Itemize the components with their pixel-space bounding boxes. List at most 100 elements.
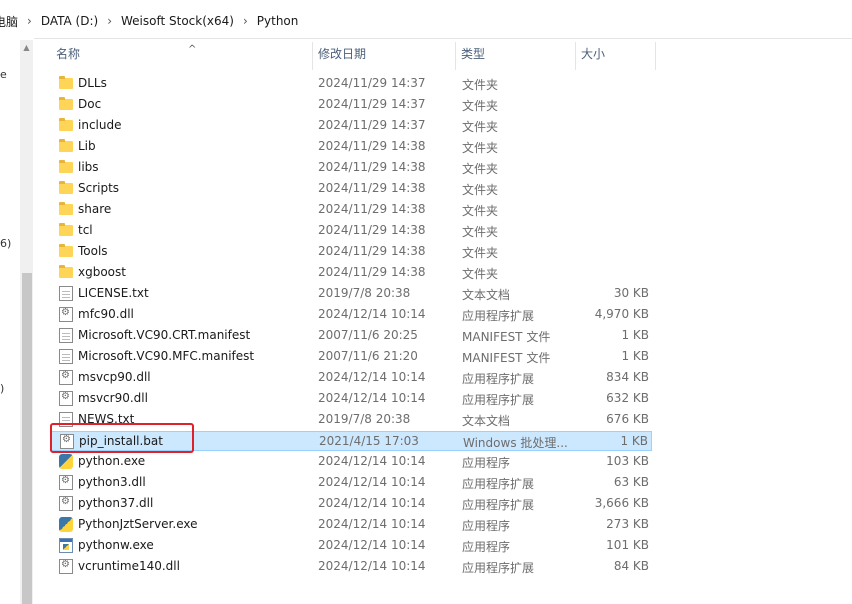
file-row[interactable]: Tools 2024/11/29 14:38 文件夹 bbox=[50, 242, 652, 262]
file-type: 应用程序扩展 bbox=[462, 477, 535, 491]
file-name: share bbox=[78, 202, 112, 216]
folder-icon bbox=[59, 181, 73, 194]
file-row[interactable]: PythonJztServer.exe 2024/12/14 10:14 应用程序 2… bbox=[50, 515, 652, 535]
file-modified-date: 2024/12/14 10:14 bbox=[318, 391, 426, 405]
column-header-name[interactable]: 名称 ^ bbox=[50, 40, 312, 70]
file-name: Doc bbox=[78, 97, 102, 111]
nav-scrollbar-thumb[interactable] bbox=[22, 273, 32, 604]
column-header-size-label: 大小 bbox=[581, 47, 606, 61]
file-name: libs bbox=[78, 160, 99, 174]
file-name: Microsoft.VC90.MFC.manifest bbox=[78, 349, 255, 363]
file-row[interactable]: mfc90.dll 2024/12/14 10:14 应用程序扩展 4,970 KB bbox=[50, 305, 652, 325]
file-row[interactable]: Scripts 2024/11/29 14:38 文件夹 bbox=[50, 179, 652, 199]
file-name: Tools bbox=[78, 244, 108, 258]
folder-icon bbox=[59, 265, 73, 278]
file-name: LICENSE.txt bbox=[78, 286, 149, 300]
file-row[interactable]: xgboost 2024/11/29 14:38 文件夹 bbox=[50, 263, 652, 283]
chevron-right-icon[interactable]: › bbox=[27, 14, 32, 28]
file-row[interactable]: python37.dll 2024/12/14 10:14 应用程序扩展 3,666 … bbox=[50, 494, 652, 514]
file-row[interactable]: msvcr90.dll 2024/12/14 10:14 应用程序扩展 632 KB bbox=[50, 389, 652, 409]
chevron-right-icon[interactable]: › bbox=[107, 14, 112, 28]
file-name: xgboost bbox=[78, 265, 126, 279]
file-type: 文件夹 bbox=[462, 78, 499, 92]
file-name: tcl bbox=[78, 223, 93, 237]
file-type: 应用程序扩展 bbox=[462, 498, 535, 512]
chevron-right-icon[interactable]: › bbox=[243, 14, 248, 28]
column-header-date-label: 修改日期 bbox=[318, 47, 367, 61]
column-header-size[interactable]: 大小 bbox=[575, 40, 655, 70]
file-modified-date: 2019/7/8 20:38 bbox=[318, 412, 411, 426]
file-row[interactable]: include 2024/11/29 14:37 文件夹 bbox=[50, 116, 652, 136]
file-size: 273 KB bbox=[606, 517, 649, 531]
dll-file-icon bbox=[59, 391, 73, 406]
file-modified-date: 2024/11/29 14:38 bbox=[318, 160, 426, 174]
address-bar[interactable]: 电脑 › DATA (D:) › Weisoft Stock(x64) › Py… bbox=[0, 0, 852, 39]
dll-file-icon bbox=[59, 475, 73, 490]
file-type: 文本文档 bbox=[462, 414, 511, 428]
folder-icon bbox=[59, 244, 73, 257]
file-row[interactable]: NEWS.txt 2019/7/8 20:38 文本文档 676 KB bbox=[50, 410, 652, 430]
breadcrumb-python[interactable]: Python bbox=[257, 14, 299, 28]
file-modified-date: 2024/11/29 14:38 bbox=[318, 265, 426, 279]
file-modified-date: 2024/11/29 14:38 bbox=[318, 181, 426, 195]
file-row[interactable]: Doc 2024/11/29 14:37 文件夹 bbox=[50, 95, 652, 115]
file-type: 应用程序 bbox=[462, 540, 511, 554]
column-header-name-label: 名称 bbox=[56, 47, 81, 61]
exe-icon bbox=[59, 538, 73, 553]
file-row[interactable]: python3.dll 2024/12/14 10:14 应用程序扩展 63 KB bbox=[50, 473, 652, 493]
file-modified-date: 2024/12/14 10:14 bbox=[318, 370, 426, 384]
nav-label-fragment[interactable]: e bbox=[0, 68, 7, 81]
breadcrumb-this-pc[interactable]: 电脑 bbox=[0, 13, 18, 30]
file-row[interactable]: tcl 2024/11/29 14:38 文件夹 bbox=[50, 221, 652, 241]
file-type: 文件夹 bbox=[462, 120, 499, 134]
file-row[interactable]: libs 2024/11/29 14:38 文件夹 bbox=[50, 158, 652, 178]
dll-file-icon bbox=[59, 307, 73, 322]
column-divider[interactable] bbox=[655, 42, 656, 70]
text-file-icon bbox=[59, 328, 73, 343]
column-header-date[interactable]: 修改日期 bbox=[312, 40, 455, 70]
file-name: PythonJztServer.exe bbox=[78, 517, 198, 531]
file-type: 文件夹 bbox=[462, 183, 499, 197]
file-name: NEWS.txt bbox=[78, 412, 135, 426]
file-type: 应用程序 bbox=[462, 519, 511, 533]
file-type: 文件夹 bbox=[462, 99, 499, 113]
file-row[interactable]: share 2024/11/29 14:38 文件夹 bbox=[50, 200, 652, 220]
file-type: 文件夹 bbox=[462, 246, 499, 260]
file-row[interactable]: Lib 2024/11/29 14:38 文件夹 bbox=[50, 137, 652, 157]
file-modified-date: 2007/11/6 21:20 bbox=[318, 349, 418, 363]
text-file-icon bbox=[59, 349, 73, 364]
file-modified-date: 2024/12/14 10:14 bbox=[318, 538, 426, 552]
scroll-up-arrow-icon[interactable]: ▲ bbox=[20, 41, 33, 55]
folder-icon bbox=[59, 223, 73, 236]
breadcrumb-weisoft-stock[interactable]: Weisoft Stock(x64) bbox=[121, 14, 234, 28]
file-row[interactable]: DLLs 2024/11/29 14:37 文件夹 bbox=[50, 74, 652, 94]
file-size: 103 KB bbox=[606, 454, 649, 468]
file-row[interactable]: Microsoft.VC90.CRT.manifest 2007/11/6 20:… bbox=[50, 326, 652, 346]
file-type: 文件夹 bbox=[462, 204, 499, 218]
file-size: 632 KB bbox=[606, 391, 649, 405]
file-type: 应用程序扩展 bbox=[462, 393, 535, 407]
file-row[interactable]: python.exe 2024/12/14 10:14 应用程序 103 KB bbox=[50, 452, 652, 472]
nav-label-fragment[interactable]: ) bbox=[0, 382, 4, 395]
file-modified-date: 2024/11/29 14:37 bbox=[318, 97, 426, 111]
file-type: 文件夹 bbox=[462, 141, 499, 155]
file-row-selected[interactable]: pip_install.bat 2021/4/15 17:03 Windows 批处… bbox=[50, 431, 652, 451]
nav-label-fragment[interactable]: 6) bbox=[0, 237, 11, 250]
file-row[interactable]: msvcp90.dll 2024/12/14 10:14 应用程序扩展 834 KB bbox=[50, 368, 652, 388]
column-header-type[interactable]: 类型 bbox=[455, 40, 575, 70]
file-name: include bbox=[78, 118, 122, 132]
breadcrumb: 电脑 › DATA (D:) › Weisoft Stock(x64) › Py… bbox=[0, 13, 298, 29]
breadcrumb-data-drive[interactable]: DATA (D:) bbox=[41, 14, 98, 28]
file-row[interactable]: pythonw.exe 2024/12/14 10:14 应用程序 101 KB bbox=[50, 536, 652, 556]
file-row[interactable]: LICENSE.txt 2019/7/8 20:38 文本文档 30 KB bbox=[50, 284, 652, 304]
file-row[interactable]: Microsoft.VC90.MFC.manifest 2007/11/6 21:… bbox=[50, 347, 652, 367]
file-modified-date: 2024/12/14 10:14 bbox=[318, 496, 426, 510]
file-row[interactable]: vcruntime140.dll 2024/12/14 10:14 应用程序扩展 84… bbox=[50, 557, 652, 577]
file-type: 应用程序 bbox=[462, 456, 511, 470]
file-modified-date: 2024/12/14 10:14 bbox=[318, 454, 426, 468]
file-name: mfc90.dll bbox=[78, 307, 134, 321]
file-list: 名称 ^ 修改日期 类型 大小 DLLs 2024/11/29 14:37 文件夹 D… bbox=[37, 38, 852, 604]
folder-icon bbox=[59, 118, 73, 131]
file-modified-date: 2024/12/14 10:14 bbox=[318, 517, 426, 531]
dll-file-icon bbox=[59, 559, 73, 574]
